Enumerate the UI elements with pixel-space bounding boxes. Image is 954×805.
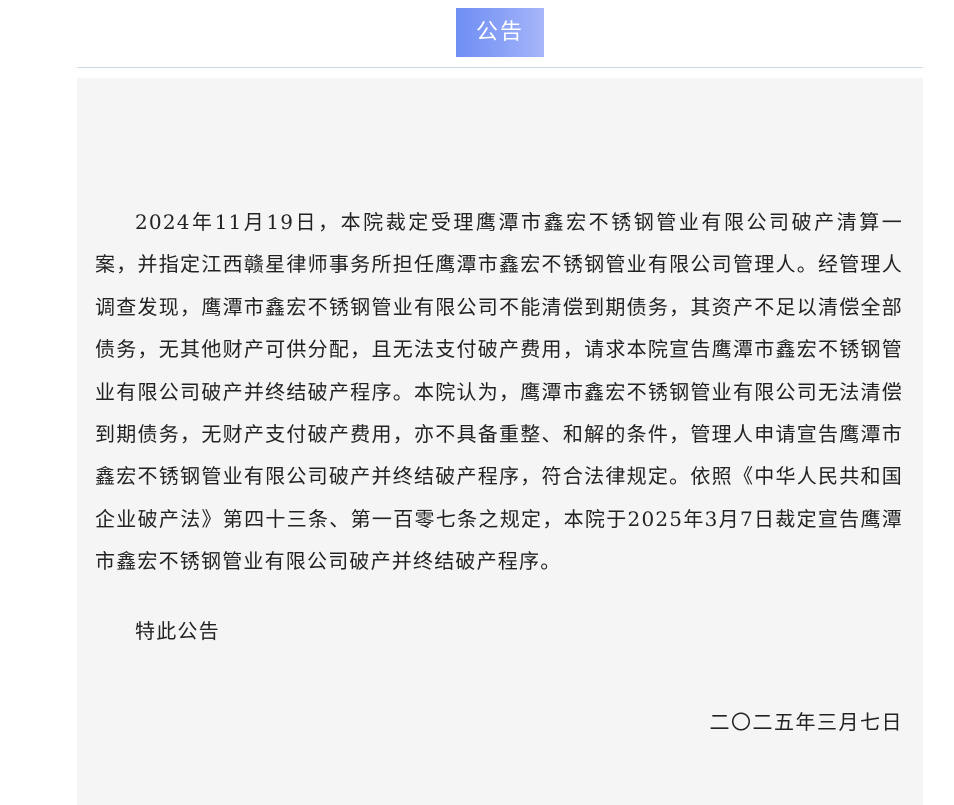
notice-body-text: 2024年11月19日，本院裁定受理鹰潭市鑫宏不锈钢管业有限公司破产清算一案，并…	[95, 210, 903, 574]
notice-closing: 特此公告	[135, 618, 220, 643]
notice-content: 2024年11月19日，本院裁定受理鹰潭市鑫宏不锈钢管业有限公司破产清算一案，并…	[77, 78, 923, 805]
notice-header: 公告	[0, 0, 954, 68]
notice-date: 二〇二五年三月七日	[709, 710, 903, 734]
header-divider	[77, 67, 923, 68]
tab-notice[interactable]: 公告	[456, 8, 544, 57]
